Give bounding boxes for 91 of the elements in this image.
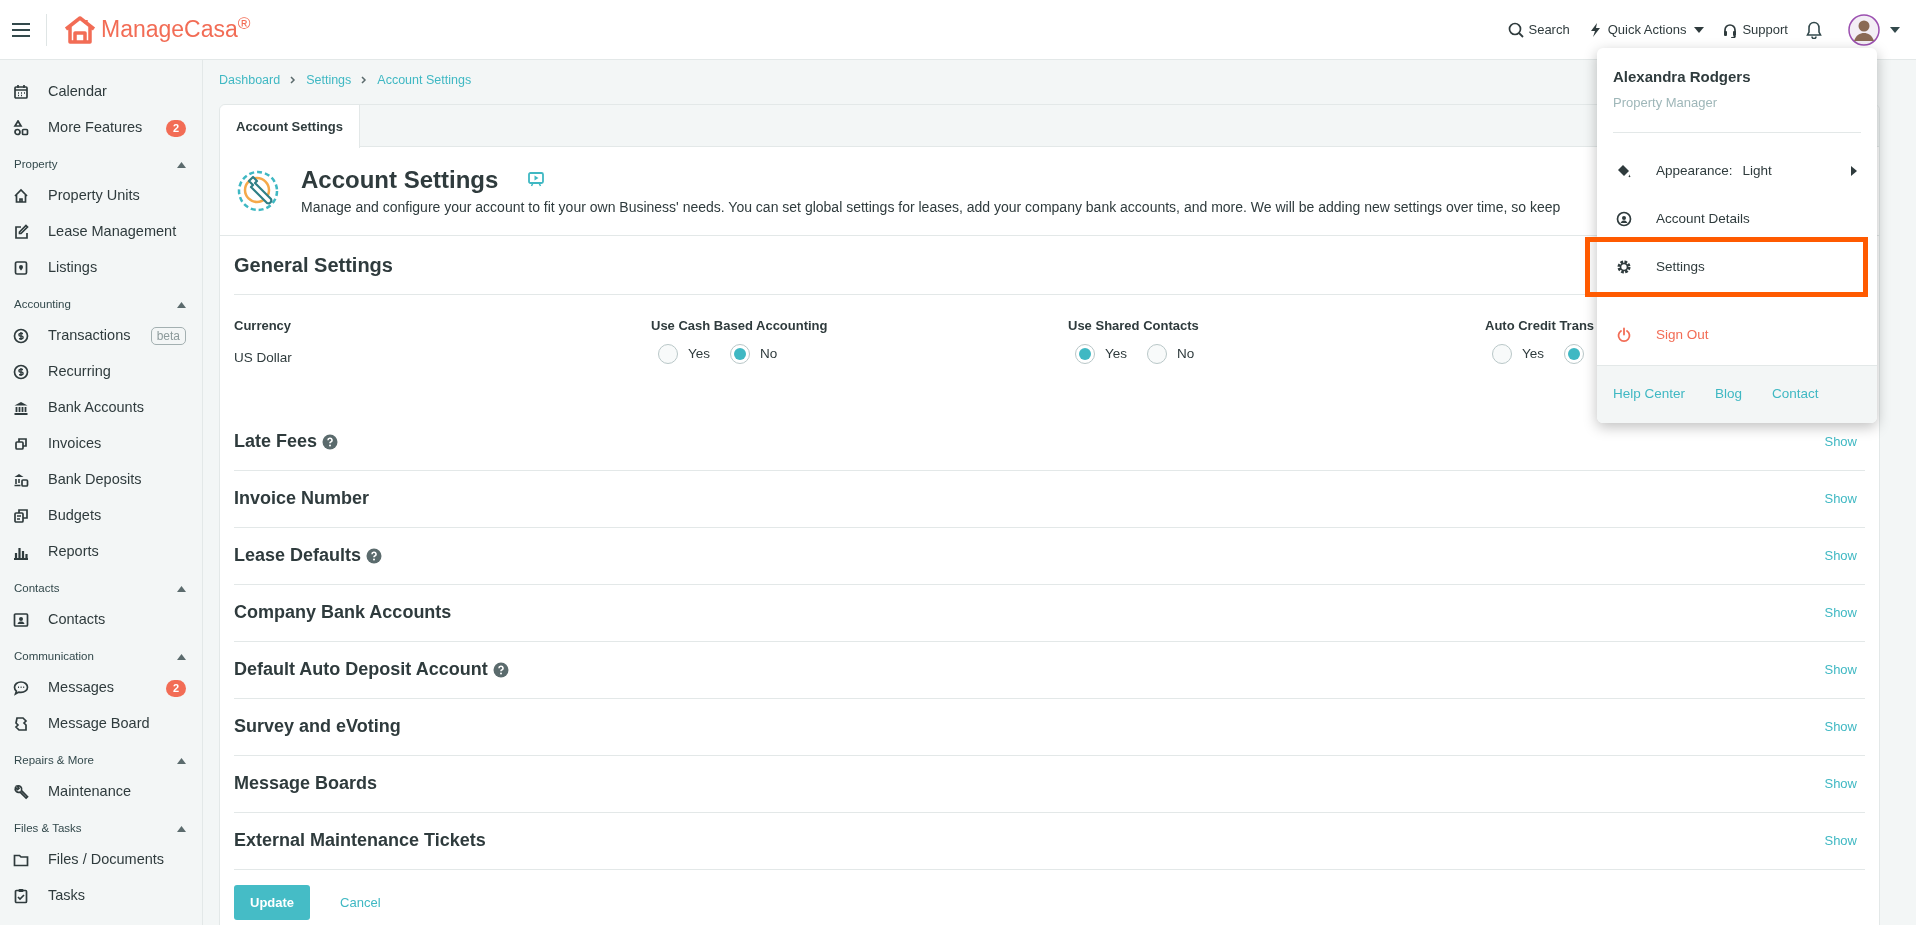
field-label: Use Shared Contacts	[1068, 317, 1199, 335]
bell-icon[interactable]	[1806, 20, 1822, 39]
sidebar-item[interactable]: Listings	[0, 250, 202, 286]
page-title: Account Settings	[301, 164, 499, 195]
sidebar-item[interactable]: Contacts	[0, 602, 202, 638]
house-icon	[13, 188, 29, 204]
sidebar-item[interactable]: Lease Management	[0, 214, 202, 250]
sidebar-item[interactable]: Tasks	[0, 878, 202, 914]
caret-right-icon	[1851, 166, 1857, 176]
field-label: Currency	[234, 317, 292, 335]
section-title: Late Fees	[234, 430, 318, 453]
folder-icon	[13, 852, 29, 868]
sidebar-item[interactable]: Bank Accounts	[0, 390, 202, 426]
sidebar-item[interactable]: Calendar	[0, 74, 202, 110]
clipboard-icon	[13, 888, 29, 904]
search-button[interactable]: Search	[1508, 19, 1570, 40]
sidebar-heading[interactable]: Accounting	[0, 292, 202, 318]
section-title: Survey and eVoting	[234, 715, 401, 738]
documents-icon	[13, 436, 29, 452]
sidebar-item[interactable]: Files / Documents	[0, 842, 202, 878]
section-title: Invoice Number	[234, 487, 370, 510]
menu-item[interactable]: Account Details	[1597, 195, 1877, 243]
radio-option[interactable]: Yes	[1492, 344, 1545, 365]
radio-option[interactable]: Yes	[1075, 344, 1128, 365]
chevron-icon	[361, 76, 368, 84]
bank-icon	[13, 400, 29, 416]
support-button[interactable]: Support	[1722, 19, 1788, 40]
section-title: External Maintenance Tickets	[234, 829, 486, 852]
quick-button[interactable]: Quick Actions	[1587, 19, 1705, 40]
sidebar-item[interactable]: Property Units	[0, 178, 202, 214]
avatar[interactable]	[1848, 13, 1880, 46]
user-name: Alexandra Rodgers	[1613, 67, 1752, 87]
user-role: Property Manager	[1613, 93, 1719, 112]
calendar-icon	[13, 84, 29, 100]
sidebar-heading[interactable]: Property	[0, 152, 202, 178]
dollar-icon	[13, 364, 29, 380]
sidebar-item[interactable]: More Features 2	[0, 110, 202, 146]
paint-bucket-icon	[1616, 163, 1632, 179]
sidebar-item[interactable]: Messages 2	[0, 670, 202, 706]
sidebar-item[interactable]: Budgets	[0, 498, 202, 534]
sidebar-heading[interactable]: Files & Tasks	[0, 816, 202, 842]
count-badge: 2	[165, 679, 186, 697]
dollar-icon	[13, 328, 29, 344]
user-circle-icon	[1616, 211, 1632, 227]
field-label: Auto Credit Trans	[1485, 317, 1595, 335]
sidebar-item[interactable]: Message Board	[0, 706, 202, 742]
tab[interactable]: Account Settings	[220, 105, 360, 148]
radio-option[interactable]: Yes	[658, 344, 711, 365]
sidebar-item[interactable]: Transactions beta	[0, 318, 202, 354]
chat-icon	[13, 680, 29, 696]
radio-option[interactable]: No	[730, 344, 778, 365]
section-title: Message Boards	[234, 772, 378, 795]
sidebar-heading[interactable]: Communication	[0, 644, 202, 670]
section-title: Lease Defaults	[234, 544, 362, 567]
sidebar-item[interactable]: Recurring	[0, 354, 202, 390]
search-icon	[1508, 21, 1525, 38]
sidebar-heading[interactable]: Contacts	[0, 576, 202, 602]
shapes-icon	[13, 120, 29, 136]
caret-icon[interactable]	[1890, 26, 1900, 33]
budget-icon	[13, 508, 29, 524]
radio-option[interactable]	[1564, 344, 1585, 365]
sidebar-item[interactable]: Invoices	[0, 426, 202, 462]
sidebar-item[interactable]: Bank Deposits	[0, 462, 202, 498]
menu-item[interactable]: Settings	[1597, 243, 1863, 291]
brand-name: ManageCasa$^{®}$	[101, 12, 251, 45]
contact-card-icon	[13, 612, 29, 628]
pin-icon	[13, 260, 29, 276]
section-title: General Settings	[234, 253, 393, 278]
power-icon	[1616, 327, 1632, 343]
headset-icon	[1722, 21, 1739, 38]
sidebar-heading[interactable]: Repairs & More	[0, 748, 202, 774]
beta-tag: beta	[150, 327, 186, 345]
sidebar-item[interactable]: Maintenance	[0, 774, 202, 810]
section-title: Company Bank Accounts	[234, 601, 452, 624]
field-label: Use Cash Based Accounting	[651, 317, 828, 335]
bank-deposit-icon	[13, 472, 29, 488]
chevron-icon	[290, 76, 297, 84]
radio-option[interactable]: No	[1147, 344, 1195, 365]
board-icon	[13, 716, 29, 732]
count-badge: 2	[165, 119, 186, 137]
settings-icon	[1616, 259, 1632, 275]
wrench-icon	[13, 784, 29, 800]
section-title: Default Auto Deposit Account	[234, 658, 488, 681]
menu-item[interactable]: Appearance: Light	[1597, 147, 1877, 195]
sidebar-item[interactable]: Reports	[0, 534, 202, 570]
pencil-icon	[13, 224, 29, 240]
house-logo-icon	[63, 14, 97, 45]
menu-icon	[12, 22, 30, 37]
field-value: US Dollar	[234, 349, 293, 367]
appearance-value: Light	[1742, 161, 1772, 180]
page-description: Manage and configure your account to fit your own Business' needs. You can set global settings for leases, add your company bank accounts, and more. We will be adding new settings over time, so keep	[301, 197, 1561, 217]
